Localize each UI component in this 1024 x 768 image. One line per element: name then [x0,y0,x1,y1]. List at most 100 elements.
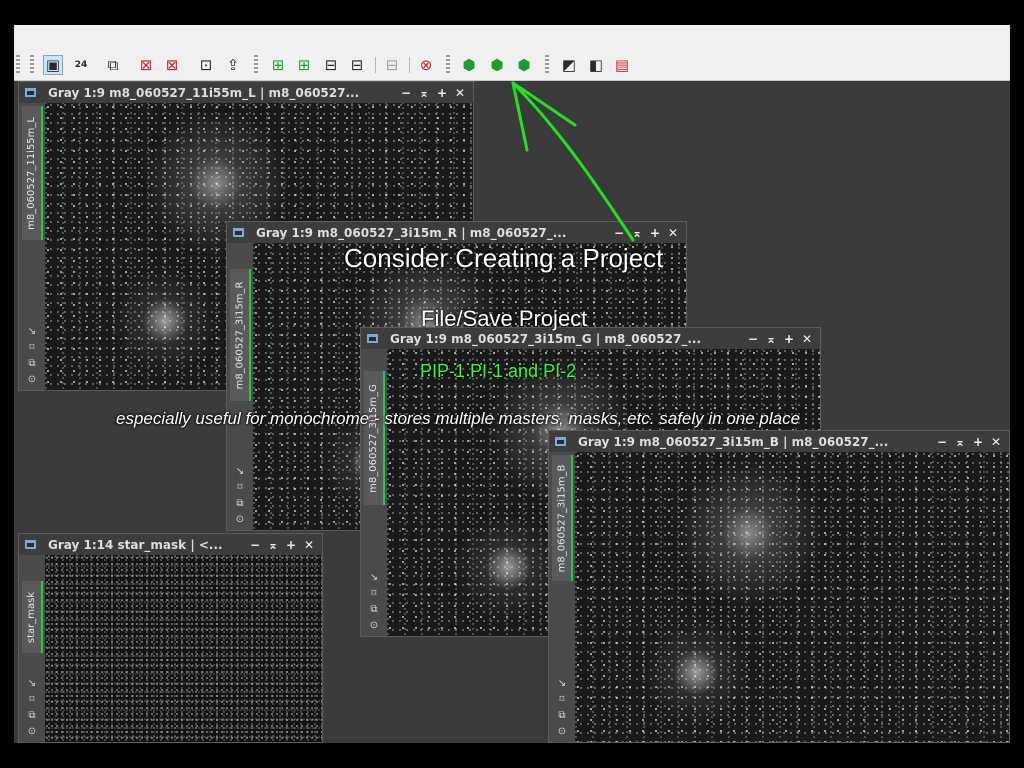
maximize-button[interactable]: + [648,226,662,240]
preview-export-icon[interactable]: ▤ [612,55,632,75]
image-canvas[interactable] [45,555,322,742]
center-icon[interactable]: ⌑ [371,587,376,600]
toolbar-grip[interactable] [16,55,20,75]
monitor-icon[interactable]: ▣ [43,55,63,75]
maximize-button[interactable]: + [782,332,796,346]
image-window-icon [555,437,566,446]
maximize-button[interactable]: + [284,538,298,552]
grid-disabled-icon[interactable]: ⊟ [382,55,402,75]
view-tab[interactable]: m8_060527_3i15m_B [552,455,573,581]
screen-24bit-icon[interactable]: 24 [71,55,91,75]
minimize-button[interactable]: − [399,86,413,100]
callout-save-path: File/Save Project [421,306,588,331]
target-icon[interactable]: ⊙ [28,725,36,738]
image-window-icon [25,88,36,97]
window-title: Gray 1:9 m8_060527_3i15m_R | m8_060527_.… [256,225,567,240]
target-icon[interactable]: ⊙ [236,513,244,526]
toolbar-separator [375,57,376,73]
clone-icon[interactable]: ⧉ [236,497,243,510]
center-icon[interactable]: ⌑ [29,693,34,706]
window-sidebar: m8_060527_3i15m_R ↘ ⌑ ⧉ ⊙ [227,243,253,530]
image-window-icon [25,540,36,549]
window-titlebar[interactable]: Gray 1:9 m8_060527_3i15m_R | m8_060527_.… [227,222,686,243]
target-icon[interactable]: ⊙ [558,725,566,738]
shade-button[interactable]: ⌅ [417,86,431,100]
center-icon[interactable]: ⌑ [559,693,564,706]
zoom-fit-icon[interactable]: ↘ [558,677,566,690]
toolbar-grip[interactable] [30,55,34,75]
window-sidebar: m8_060527_3i15m_G ↘ ⌑ ⧉ ⊙ [361,349,387,636]
window-title: Gray 1:9 m8_060527_11i55m_L | m8_060527.… [48,85,360,100]
window-delete-icon[interactable]: ⊠ [162,55,182,75]
window-titlebar[interactable]: Gray 1:14 star_mask | <... − ⌅ + ✕ [19,534,322,555]
target-icon[interactable]: ⊙ [370,619,378,632]
toolbar-grip[interactable] [254,55,258,75]
minimize-button[interactable]: − [248,538,262,552]
view-tab[interactable]: m8_060527_3i15m_R [230,269,251,401]
window-close-icon[interactable]: ⊠ [136,55,156,75]
image-window-icon [233,228,244,237]
close-button[interactable]: ✕ [666,226,680,240]
window-sidebar: m8_060527_11i55m_L ↘ ⌑ ⧉ ⊙ [19,103,45,390]
callout-note: especially useful for monochrome - store… [116,409,801,428]
shade-button[interactable]: ⌅ [764,332,778,346]
window-title: Gray 1:9 m8_060527_3i15m_G | m8_060527_.… [390,331,702,346]
image-window-b[interactable]: Gray 1:9 m8_060527_3i15m_B | m8_060527_.… [548,430,1010,743]
clone-icon[interactable]: ⧉ [28,709,35,722]
window-import-icon[interactable]: ⧉ [103,55,123,75]
clone-icon[interactable]: ⧉ [28,357,35,370]
zoom-fit-icon[interactable]: ↘ [236,465,244,478]
callout-title: Consider Creating a Project [344,243,664,273]
window-title: Gray 1:9 m8_060527_3i15m_B | m8_060527_.… [578,434,889,449]
project-new-icon[interactable]: ⬢ [459,55,479,75]
workspace: ▣ 24 ⧉ ⊠ ⊠ ⊡ ⇪ ⊞ ⊞ ⊟ ⊟ ⊟ ⊗ ⬢ ⬢ ⬢ ◩ ◧ ▤ G… [14,25,1010,743]
close-button[interactable]: ✕ [989,435,1003,449]
grid-close-icon[interactable]: ⊗ [416,55,436,75]
window-title: Gray 1:14 star_mask | <... [48,537,223,552]
minimize-button[interactable]: − [746,332,760,346]
shade-button[interactable]: ⌅ [266,538,280,552]
grid-play-icon[interactable]: ⊞ [294,55,314,75]
callout-references: PIP-1 PI-1 and PI-2 [420,361,577,381]
target-icon[interactable]: ⊙ [28,373,36,386]
close-button[interactable]: ✕ [800,332,814,346]
shade-button[interactable]: ⌅ [953,435,967,449]
grid-list-icon[interactable]: ⊟ [347,55,367,75]
main-toolbar: ▣ 24 ⧉ ⊠ ⊠ ⊡ ⇪ ⊞ ⊞ ⊟ ⊟ ⊟ ⊗ ⬢ ⬢ ⬢ ◩ ◧ ▤ [14,25,1010,81]
toolbar-separator [409,57,410,73]
view-tab[interactable]: star_mask [22,581,43,653]
window-ok-icon[interactable]: ⊡ [196,55,216,75]
window-titlebar[interactable]: Gray 1:9 m8_060527_11i55m_L | m8_060527.… [19,82,473,103]
image-canvas[interactable] [575,452,1009,742]
toolbar-grip[interactable] [545,55,549,75]
center-icon[interactable]: ⌑ [29,341,34,354]
close-button[interactable]: ✕ [302,538,316,552]
view-tab[interactable]: m8_060527_3i15m_G [364,371,385,505]
maximize-button[interactable]: + [435,86,449,100]
window-titlebar[interactable]: Gray 1:9 m8_060527_3i15m_B | m8_060527_.… [549,431,1009,452]
close-button[interactable]: ✕ [453,86,467,100]
stf-auto-icon[interactable]: ◩ [559,55,579,75]
window-sidebar: m8_060527_3i15m_B ↘ ⌑ ⧉ ⊙ [549,452,575,742]
stf-reset-icon[interactable]: ◧ [586,55,606,75]
view-tab[interactable]: m8_060527_11i55m_L [22,106,43,240]
center-icon[interactable]: ⌑ [237,481,242,494]
shade-button[interactable]: ⌅ [630,226,644,240]
zoom-fit-icon[interactable]: ↘ [28,325,36,338]
grid-save-icon[interactable]: ⊟ [321,55,341,75]
clone-icon[interactable]: ⧉ [558,709,565,722]
image-window-star-mask[interactable]: Gray 1:14 star_mask | <... − ⌅ + ✕ star_… [18,533,323,743]
grid-add-icon[interactable]: ⊞ [268,55,288,75]
zoom-fit-icon[interactable]: ↘ [28,677,36,690]
maximize-button[interactable]: + [971,435,985,449]
window-sidebar: star_mask ↘ ⌑ ⧉ ⊙ [19,555,45,742]
minimize-button[interactable]: − [612,226,626,240]
toolbar-grip[interactable] [446,55,450,75]
window-upload-icon[interactable]: ⇪ [223,55,243,75]
project-save-icon[interactable]: ⬢ [487,55,507,75]
image-window-icon [367,334,378,343]
zoom-fit-icon[interactable]: ↘ [370,571,378,584]
minimize-button[interactable]: − [935,435,949,449]
project-open-icon[interactable]: ⬢ [514,55,534,75]
clone-icon[interactable]: ⧉ [370,603,377,616]
